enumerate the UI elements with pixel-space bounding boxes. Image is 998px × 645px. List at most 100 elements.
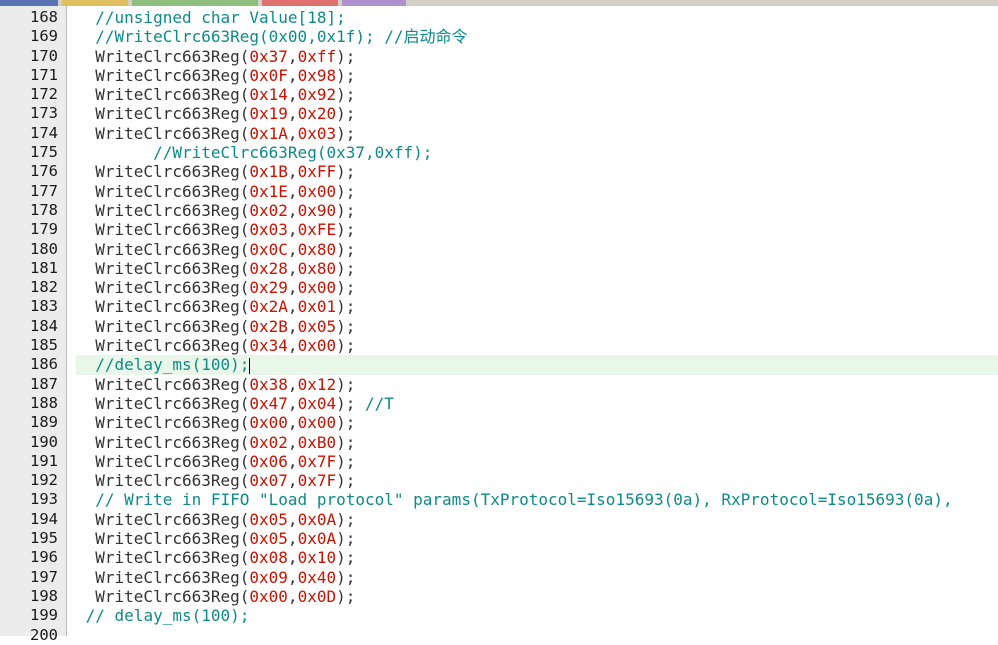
code-line[interactable]: 176 WriteClrc663Reg(0x1B,0xFF); bbox=[0, 162, 998, 181]
punctuation: , bbox=[287, 181, 298, 201]
code-line[interactable]: 188 WriteClrc663Reg(0x47,0x04); //T bbox=[0, 394, 998, 413]
code-line[interactable]: 198 WriteClrc663Reg(0x00,0x0D); bbox=[0, 587, 998, 606]
line-number: 177 bbox=[30, 181, 58, 200]
code-line[interactable]: 173 WriteClrc663Reg(0x19,0x20); bbox=[0, 104, 998, 123]
punctuation: ); bbox=[336, 567, 356, 587]
code-line[interactable]: 180 WriteClrc663Reg(0x0C,0x80); bbox=[0, 240, 998, 259]
code-text: WriteClrc663Reg(0x05,0x0A); bbox=[76, 510, 998, 529]
function-call: WriteClrc663Reg( bbox=[95, 162, 250, 182]
code-line[interactable]: 168 //unsigned char Value[18]; bbox=[0, 8, 998, 27]
code-comment: // Write in FIFO "Load protocol" params(… bbox=[95, 490, 953, 510]
editor-tab[interactable] bbox=[62, 0, 128, 6]
code-line[interactable]: 170 WriteClrc663Reg(0x37,0xff); bbox=[0, 47, 998, 66]
code-line[interactable]: 197 WriteClrc663Reg(0x09,0x40); bbox=[0, 568, 998, 587]
code-line[interactable]: 183 WriteClrc663Reg(0x2A,0x01); bbox=[0, 297, 998, 316]
code-line[interactable]: 199 // delay_ms(100); bbox=[0, 606, 998, 625]
punctuation: , bbox=[287, 123, 298, 143]
code-line[interactable]: 196 WriteClrc663Reg(0x08,0x10); bbox=[0, 548, 998, 567]
punctuation: , bbox=[287, 413, 298, 433]
code-comment: //WriteClrc663Reg(0x00,0x1f); //启动命令 bbox=[95, 27, 468, 47]
code-line[interactable]: 178 WriteClrc663Reg(0x02,0x90); bbox=[0, 201, 998, 220]
tab-strip[interactable] bbox=[0, 0, 998, 6]
punctuation: ); bbox=[336, 432, 356, 452]
code-line[interactable]: 177 WriteClrc663Reg(0x1E,0x00); bbox=[0, 182, 998, 201]
line-number: 171 bbox=[30, 65, 58, 84]
code-line[interactable]: 186 //delay_ms(100); bbox=[0, 355, 998, 375]
code-line[interactable]: 187 WriteClrc663Reg(0x38,0x12); bbox=[0, 375, 998, 394]
hex-literal: 0x1E bbox=[249, 181, 288, 201]
function-call: WriteClrc663Reg( bbox=[95, 471, 250, 491]
code-text: WriteClrc663Reg(0x02,0xB0); bbox=[76, 433, 998, 452]
line-number: 198 bbox=[30, 586, 58, 605]
code-line[interactable]: 195 WriteClrc663Reg(0x05,0x0A); bbox=[0, 529, 998, 548]
code-line[interactable]: 192 WriteClrc663Reg(0x07,0x7F); bbox=[0, 471, 998, 490]
hex-literal: 0x90 bbox=[297, 200, 337, 220]
punctuation: ); bbox=[336, 586, 356, 606]
code-line[interactable]: 171 WriteClrc663Reg(0x0F,0x98); bbox=[0, 66, 998, 85]
punctuation: , bbox=[287, 471, 298, 491]
line-number: 179 bbox=[30, 220, 58, 239]
code-text: WriteClrc663Reg(0x34,0x00); bbox=[76, 336, 998, 355]
hex-literal: 0x1B bbox=[249, 162, 288, 182]
code-line[interactable]: 169 //WriteClrc663Reg(0x00,0x1f); //启动命令 bbox=[0, 27, 998, 46]
punctuation: ); bbox=[336, 181, 356, 201]
editor-tab[interactable] bbox=[262, 0, 338, 6]
code-line[interactable]: 179 WriteClrc663Reg(0x03,0xFE); bbox=[0, 220, 998, 239]
hex-literal: 0x80 bbox=[297, 239, 337, 259]
line-number: 176 bbox=[30, 162, 58, 181]
punctuation: , bbox=[287, 336, 298, 356]
code-text: WriteClrc663Reg(0x37,0xff); bbox=[76, 47, 998, 66]
code-text: WriteClrc663Reg(0x29,0x00); bbox=[76, 278, 998, 297]
hex-literal: 0x34 bbox=[249, 336, 288, 356]
function-call: WriteClrc663Reg( bbox=[95, 529, 250, 549]
hex-literal: 0x00 bbox=[249, 413, 288, 433]
hex-literal: 0x14 bbox=[249, 85, 288, 105]
code-text: // Write in FIFO "Load protocol" params(… bbox=[76, 490, 998, 509]
punctuation: , bbox=[287, 586, 298, 606]
punctuation: , bbox=[287, 432, 298, 452]
code-text: WriteClrc663Reg(0x19,0x20); bbox=[76, 104, 998, 123]
code-line[interactable]: 194 WriteClrc663Reg(0x05,0x0A); bbox=[0, 510, 998, 529]
hex-literal: 0x0A bbox=[297, 529, 337, 549]
function-call: WriteClrc663Reg( bbox=[95, 46, 250, 66]
punctuation: , bbox=[287, 529, 298, 549]
hex-literal: 0x10 bbox=[297, 548, 337, 568]
editor-tab[interactable] bbox=[342, 0, 406, 6]
code-line[interactable]: 181 WriteClrc663Reg(0x28,0x80); bbox=[0, 259, 998, 278]
code-line[interactable]: 189 WriteClrc663Reg(0x00,0x00); bbox=[0, 413, 998, 432]
line-number: 188 bbox=[30, 393, 58, 412]
code-line[interactable]: 172 WriteClrc663Reg(0x14,0x92); bbox=[0, 85, 998, 104]
hex-literal: 0x29 bbox=[249, 278, 288, 298]
code-line[interactable]: 190 WriteClrc663Reg(0x02,0xB0); bbox=[0, 433, 998, 452]
code-line[interactable]: 184 WriteClrc663Reg(0x2B,0x05); bbox=[0, 317, 998, 336]
code-text: WriteClrc663Reg(0x03,0xFE); bbox=[76, 220, 998, 239]
punctuation: ); bbox=[336, 451, 356, 471]
code-line[interactable]: 182 WriteClrc663Reg(0x29,0x00); bbox=[0, 278, 998, 297]
punctuation: , bbox=[287, 509, 298, 529]
hex-literal: 0x08 bbox=[249, 548, 288, 568]
code-line[interactable]: 200 bbox=[0, 626, 998, 645]
code-line[interactable]: 191 WriteClrc663Reg(0x06,0x7F); bbox=[0, 452, 998, 471]
punctuation: ); bbox=[336, 336, 356, 356]
hex-literal: 0x0A bbox=[297, 509, 337, 529]
code-line[interactable]: 174 WriteClrc663Reg(0x1A,0x03); bbox=[0, 124, 998, 143]
code-editor[interactable]: 168 //unsigned char Value[18]; 169 //Writ… bbox=[0, 8, 998, 645]
code-line[interactable]: 193 // Write in FIFO "Load protocol" par… bbox=[0, 490, 998, 509]
code-text: //WriteClrc663Reg(0x00,0x1f); //启动命令 bbox=[76, 27, 998, 46]
function-call: WriteClrc663Reg( bbox=[95, 104, 250, 124]
function-call: WriteClrc663Reg( bbox=[95, 258, 250, 278]
hex-literal: 0x19 bbox=[249, 104, 288, 124]
hex-literal: 0x0F bbox=[249, 65, 288, 85]
editor-tab[interactable] bbox=[132, 0, 258, 6]
code-line[interactable]: 175 //WriteClrc663Reg(0x37,0xff); bbox=[0, 143, 998, 162]
code-line[interactable]: 185 WriteClrc663Reg(0x34,0x00); bbox=[0, 336, 998, 355]
hex-literal: 0x7F bbox=[297, 471, 337, 491]
